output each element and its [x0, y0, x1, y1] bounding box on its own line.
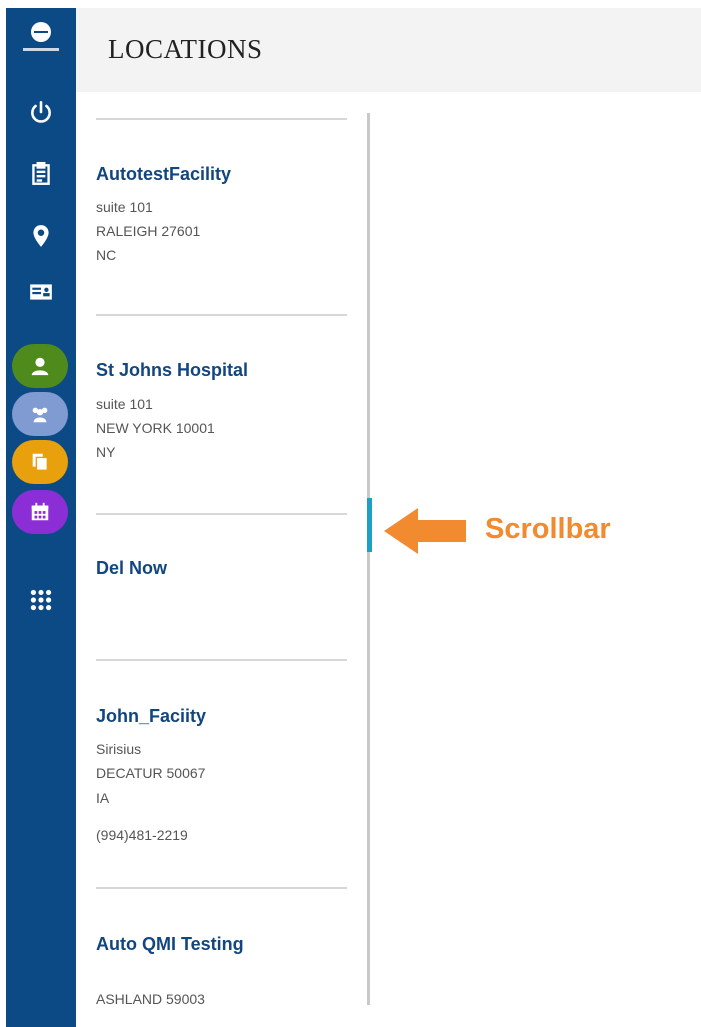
location-phone: (994)481-2219 [96, 827, 188, 843]
location-city-zip: ASHLAND 59003 [96, 991, 205, 1007]
locations-list[interactable]: AutotestFacility suite 101 RALEIGH 27601… [76, 92, 366, 1027]
calendar-icon[interactable] [12, 490, 68, 534]
location-name[interactable]: John_Faciity [96, 706, 206, 727]
location-name[interactable]: AutotestFacility [96, 164, 231, 185]
id-card-icon[interactable] [25, 276, 57, 308]
app-grid-icon[interactable] [25, 584, 57, 616]
konica-minolta-logo[interactable] [23, 22, 59, 62]
location-state: NC [96, 247, 117, 263]
divider [96, 513, 347, 515]
group-icon[interactable] [12, 392, 68, 436]
location-address: suite 101 [96, 396, 153, 412]
divider [96, 887, 347, 889]
page-title: LOCATIONS [108, 34, 263, 64]
location-name[interactable]: Auto QMI Testing [96, 934, 244, 955]
arrow-left-icon [384, 508, 466, 554]
user-icon[interactable] [12, 344, 68, 388]
documents-icon[interactable] [12, 440, 68, 484]
divider [96, 659, 347, 661]
location-city-zip: DECATUR 50067 [96, 765, 206, 781]
location-name[interactable]: St Johns Hospital [96, 360, 248, 381]
sidebar [6, 8, 76, 1027]
map-pin-icon[interactable] [25, 220, 57, 252]
location-name[interactable]: Del Now [96, 558, 167, 579]
location-state: NY [96, 444, 116, 460]
scrollbar-track[interactable] [367, 113, 370, 1005]
location-city-zip: RALEIGH 27601 [96, 223, 201, 239]
scrollbar-thumb[interactable] [367, 498, 372, 552]
location-address: Sirisius [96, 741, 142, 757]
location-address: suite 101 [96, 199, 153, 215]
divider [96, 118, 347, 120]
location-state: IA [96, 790, 110, 806]
header-bar: LOCATIONS [76, 8, 701, 92]
location-city-zip: NEW YORK 10001 [96, 420, 215, 436]
scrollbar-annotation-label: Scrollbar [485, 513, 611, 545]
divider [96, 314, 347, 316]
clipboard-icon[interactable] [25, 158, 57, 190]
power-icon[interactable] [25, 96, 57, 128]
